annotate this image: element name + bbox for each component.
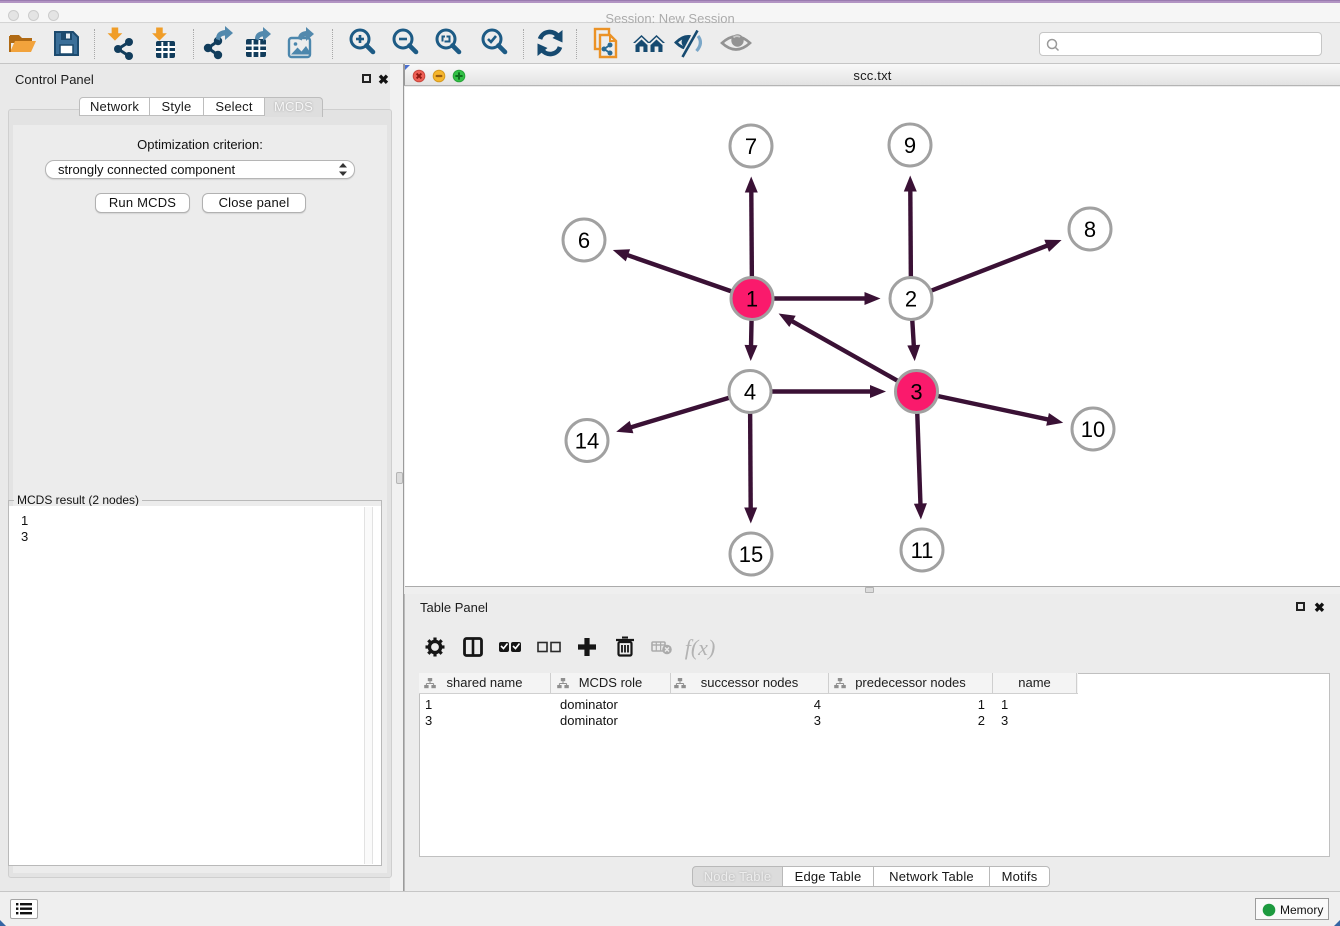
svg-text:2: 2 (905, 287, 917, 312)
svg-text:14: 14 (575, 429, 599, 454)
svg-text:3: 3 (910, 380, 922, 405)
svg-text:6: 6 (578, 228, 590, 253)
svg-text:15: 15 (739, 542, 763, 567)
svg-text:4: 4 (744, 380, 756, 405)
svg-text:f(x): f(x) (685, 635, 716, 660)
svg-text:10: 10 (1081, 417, 1105, 442)
svg-text:1: 1 (746, 287, 758, 312)
svg-text:11: 11 (911, 538, 934, 563)
svg-text:7: 7 (745, 134, 757, 159)
svg-text:9: 9 (904, 133, 916, 158)
svg-text:8: 8 (1084, 217, 1096, 242)
